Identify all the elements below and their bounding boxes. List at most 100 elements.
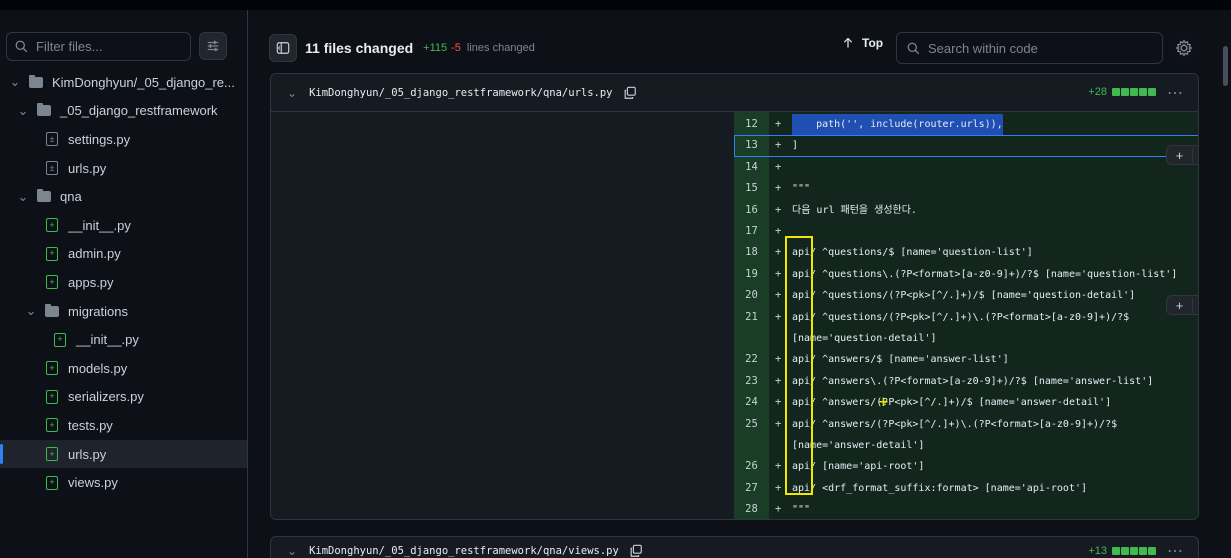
added-marker: +	[775, 353, 782, 366]
code-text[interactable]: api/ ^questions/(?P<pk>[^/.]+)\.(?P<form…	[792, 307, 1129, 328]
search-code-field[interactable]	[896, 32, 1163, 64]
tree-folder[interactable]: ⌄ qna	[0, 182, 247, 211]
code-text[interactable]: """	[792, 499, 810, 519]
scrollbar-thumb[interactable]	[1223, 46, 1228, 86]
folder-icon	[44, 303, 60, 319]
chevron-down-icon[interactable]: ⌄	[16, 189, 30, 205]
line-number[interactable]: 27	[734, 478, 769, 499]
file-icon-shape: +	[46, 447, 58, 462]
code-text[interactable]: api/ <drf_format_suffix:format> [name='a…	[792, 478, 1087, 499]
top-button[interactable]: Top	[842, 36, 883, 50]
diffstat-block	[1112, 88, 1120, 96]
code-text[interactable]: ]	[792, 135, 798, 156]
file-additions: +13	[1088, 545, 1107, 557]
file-diff-views: ⌄ KimDonghyun/_05_django_restframework/q…	[270, 536, 1199, 558]
chevron-down-icon[interactable]: ⌄	[287, 544, 297, 558]
diff-line[interactable]: 28 + """	[734, 499, 1198, 519]
tree-file[interactable]: + urls.py	[0, 439, 247, 469]
line-number[interactable]: 19	[734, 264, 769, 285]
diff-line[interactable]: 16 + 다음 url 패턴을 생성한다.	[734, 200, 1198, 221]
code-text[interactable]: api/ ^questions/(?P<pk>[^/.]+)/$ [name='…	[792, 285, 1135, 306]
code-text[interactable]: api/ ^answers/(?P<pk>[^/.]+)/$ [name='an…	[792, 392, 1111, 413]
line-number[interactable]: 14	[734, 157, 769, 178]
gear-icon[interactable]	[1175, 39, 1193, 57]
file-path[interactable]: KimDonghyun/_05_django_restframework/qna…	[309, 545, 619, 557]
code-text[interactable]: path('', include(router.urls)),	[792, 114, 1003, 136]
copy-icon[interactable]	[623, 86, 637, 100]
code-text[interactable]: api/ ^answers/(?P<pk>[^/.]+)\.(?P<format…	[792, 414, 1117, 435]
tree-file[interactable]: + serializers.py	[0, 383, 247, 412]
code-text[interactable]: 다음 url 패턴을 생성한다.	[792, 200, 917, 221]
chevron-down-icon: ▼	[1193, 300, 1198, 310]
tree-file[interactable]: + apps.py	[0, 268, 247, 297]
page-scrollbar[interactable]	[1221, 20, 1231, 558]
filter-files-field[interactable]	[6, 32, 191, 61]
tree-item-label: __init__.py	[76, 332, 139, 348]
copy-icon[interactable]	[629, 544, 643, 558]
line-number[interactable]: 25	[734, 414, 769, 435]
file-icon-shape: +	[46, 475, 58, 490]
diffstat-block	[1130, 88, 1138, 96]
line-number[interactable]: 18	[734, 242, 769, 263]
tree-file[interactable]: + tests.py	[0, 411, 247, 440]
added-marker: +	[775, 417, 782, 430]
line-number[interactable]: 15	[734, 178, 769, 199]
file-added-icon: +	[44, 360, 60, 376]
diff-line[interactable]: 12 + path('', include(router.urls)),	[734, 114, 1198, 136]
code-text[interactable]: api/ ^questions\.(?P<format>[a-z0-9]+)/?…	[792, 264, 1177, 285]
diff-line[interactable]: 13 +]	[734, 135, 1198, 157]
line-number[interactable]: 22	[734, 349, 769, 370]
filter-files-input[interactable]	[36, 39, 176, 54]
tree-folder[interactable]: ⌄ _05_django_restframework	[0, 97, 247, 126]
tree-file[interactable]: + __init__.py	[0, 211, 247, 240]
tree-file[interactable]: ± urls.py	[0, 154, 247, 183]
chevron-down-icon[interactable]: ⌄	[287, 86, 297, 100]
line-number[interactable]: 13	[734, 135, 769, 156]
tree-file[interactable]: + views.py	[0, 468, 247, 497]
mouse-cursor: +	[878, 395, 889, 410]
chevron-down-icon[interactable]: ⌄	[8, 74, 22, 90]
diff-line[interactable]: 14 +	[734, 157, 1198, 178]
line-number[interactable]: 17	[734, 221, 769, 242]
chevron-down-icon: ▼	[1193, 150, 1198, 160]
diffstat-block	[1148, 88, 1156, 96]
file-path[interactable]: KimDonghyun/_05_django_restframework/qna…	[309, 87, 612, 99]
add-comment-button[interactable]: +▼	[1166, 295, 1198, 315]
code-text[interactable]: api/ ^questions/$ [name='question-list']	[792, 242, 1033, 263]
tree-item-label: qna	[60, 189, 82, 205]
tree-folder[interactable]: ⌄ migrations	[0, 297, 247, 326]
line-number[interactable]: 21	[734, 307, 769, 328]
diff-line[interactable]: 15 + """	[734, 178, 1198, 199]
tree-file[interactable]: + __init__.py	[0, 325, 247, 354]
code-text[interactable]: [name='question-detail']	[792, 328, 937, 349]
search-code-input[interactable]	[928, 40, 1148, 56]
kebab-menu-icon[interactable]: ⋯	[1167, 83, 1184, 103]
tree-file[interactable]: ± settings.py	[0, 125, 247, 154]
line-number[interactable]: 24	[734, 392, 769, 413]
line-number[interactable]: 26	[734, 456, 769, 477]
filter-options-button[interactable]	[199, 32, 227, 60]
toggle-file-tree-button[interactable]	[269, 34, 297, 62]
line-number[interactable]: 23	[734, 371, 769, 392]
line-number[interactable]: 20	[734, 285, 769, 306]
file-modified-icon: ±	[44, 160, 60, 176]
file-tree-sidebar: ⌄ KimDonghyun/_05_django_re... ⌄ _05_django…	[0, 10, 248, 558]
code-text[interactable]: api/ ^answers\.(?P<format>[a-z0-9]+)/?$ …	[792, 371, 1153, 392]
line-number[interactable]: 12	[734, 114, 769, 135]
diffstat-block	[1121, 88, 1129, 96]
chevron-down-icon[interactable]: ⌄	[16, 103, 30, 119]
kebab-menu-icon[interactable]: ⋯	[1167, 541, 1184, 558]
line-number[interactable]: 28	[734, 499, 769, 519]
added-marker: +	[775, 460, 782, 473]
code-text[interactable]: """	[792, 178, 810, 199]
diff-header: 11 files changed +115 -5 lines changed T…	[269, 32, 1219, 64]
file-icon-shape: +	[46, 218, 58, 233]
chevron-down-icon[interactable]: ⌄	[24, 303, 38, 319]
tree-file[interactable]: + models.py	[0, 354, 247, 383]
file-additions: +28	[1088, 86, 1107, 98]
tree-file[interactable]: + admin.py	[0, 240, 247, 269]
add-comment-button[interactable]: +▼	[1166, 145, 1198, 165]
tree-folder[interactable]: ⌄ KimDonghyun/_05_django_re...	[0, 68, 247, 97]
line-number[interactable]: 16	[734, 200, 769, 221]
code-text[interactable]: api/ ^answers/$ [name='answer-list']	[792, 349, 1009, 370]
